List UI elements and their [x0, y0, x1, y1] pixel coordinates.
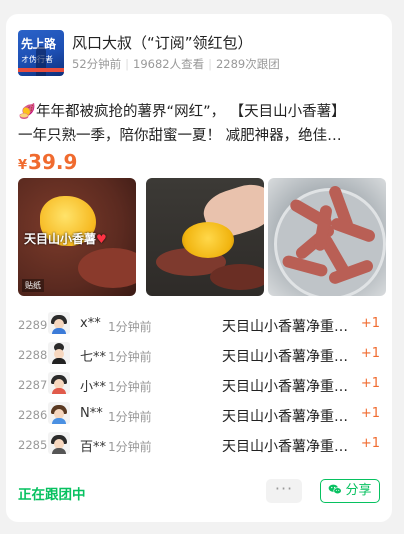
order-number: 2286 — [18, 408, 48, 422]
heart-icon: ♥ — [96, 232, 107, 246]
order-quantity: +1 — [360, 376, 380, 391]
order-row[interactable]: 2286 N** 1分钟前 天目山小香薯净重… +1 — [18, 402, 380, 432]
buyer-name: x** — [80, 316, 101, 331]
leader-name[interactable]: 风口大叔（“订阅”领红包） — [72, 32, 253, 53]
buyer-name: 小** — [80, 380, 107, 395]
product-photo-3[interactable] — [268, 178, 386, 296]
buyer-avatar — [48, 312, 70, 334]
group-buy-card[interactable]: 先上路 オ伪行者 风口大叔（“订阅”领红包） 52分钟前|19682人查看|22… — [6, 14, 392, 522]
price-value: 39.9 — [28, 150, 78, 174]
avatar-stripe — [18, 68, 64, 72]
post-description[interactable]: 🍠年年都被疯抢的薯界“网红”， 【天目山小香薯】 一年只熟一季，陪你甜蜜一夏！ … — [18, 100, 378, 148]
description-line-2: 一年只熟一季，陪你甜蜜一夏！ 减肥神器，绝佳… — [18, 128, 342, 144]
order-row[interactable]: 2288 七** 1分钟前 天目山小香薯净重… +1 — [18, 342, 380, 372]
post-header: 先上路 オ伪行者 风口大叔（“订阅”领红包） 52分钟前|19682人查看|22… — [18, 30, 380, 76]
order-time: 1分钟前 — [108, 320, 152, 334]
price: ¥39.9 — [18, 150, 77, 174]
join-count: 2289次跟团 — [215, 57, 280, 71]
order-product: 天目山小香薯净重… — [222, 409, 348, 425]
view-count: 19682人查看 — [133, 57, 205, 71]
order-time: 1分钟前 — [108, 380, 152, 394]
buyer-avatar — [48, 342, 70, 364]
buyer-avatar — [48, 402, 70, 424]
order-number: 2289 — [18, 318, 48, 332]
order-quantity: +1 — [360, 406, 380, 421]
order-quantity: +1 — [360, 346, 380, 361]
leader-avatar[interactable]: 先上路 オ伪行者 — [18, 30, 64, 76]
description-line-1: 🍠年年都被疯抢的薯界“网红”， 【天目山小香薯】 — [18, 104, 346, 120]
card-footer: 正在跟团中 ··· 分享 — [18, 478, 380, 506]
share-button[interactable]: 分享 — [320, 479, 380, 503]
buyer-name: 百** — [80, 440, 107, 455]
order-row[interactable]: 2289 x** 1分钟前 天目山小香薯净重… +1 — [18, 312, 380, 342]
wechat-icon — [329, 484, 343, 495]
order-row[interactable]: 2287 小** 1分钟前 天目山小香薯净重… +1 — [18, 372, 380, 402]
product-photo-2[interactable] — [146, 178, 264, 296]
order-product: 天目山小香薯净重… — [222, 439, 348, 455]
photo-tag: 贴纸 — [22, 279, 44, 292]
order-time: 1分钟前 — [108, 410, 152, 424]
product-photo-1[interactable]: 天目山小香薯♥ 贴纸 — [18, 178, 136, 296]
order-time: 1分钟前 — [108, 350, 152, 364]
buyer-name: 七** — [80, 350, 107, 365]
order-product: 天目山小香薯净重… — [222, 379, 348, 395]
order-quantity: +1 — [360, 316, 380, 331]
order-quantity: +1 — [360, 436, 380, 451]
group-status: 正在跟团中 — [18, 487, 86, 503]
more-button[interactable]: ··· — [266, 479, 302, 503]
share-label: 分享 — [345, 483, 372, 498]
currency-symbol: ¥ — [18, 158, 28, 173]
order-product: 天目山小香薯净重… — [222, 349, 348, 365]
order-time: 1分钟前 — [108, 440, 152, 454]
order-number: 2287 — [18, 378, 48, 392]
order-product: 天目山小香薯净重… — [222, 319, 348, 335]
order-number: 2285 — [18, 438, 48, 452]
buyer-avatar — [48, 372, 70, 394]
buyer-name: N** — [80, 406, 103, 421]
photo-label: 天目山小香薯♥ — [24, 232, 107, 246]
buyer-avatar — [48, 432, 70, 454]
post-meta: 52分钟前 | 19682人查看 | 2289次跟团 — [72, 57, 280, 71]
order-row[interactable]: 2285 百** 1分钟前 天目山小香薯净重… +1 — [18, 432, 380, 462]
post-time: 52分钟前 — [72, 57, 122, 71]
order-number: 2288 — [18, 348, 48, 362]
